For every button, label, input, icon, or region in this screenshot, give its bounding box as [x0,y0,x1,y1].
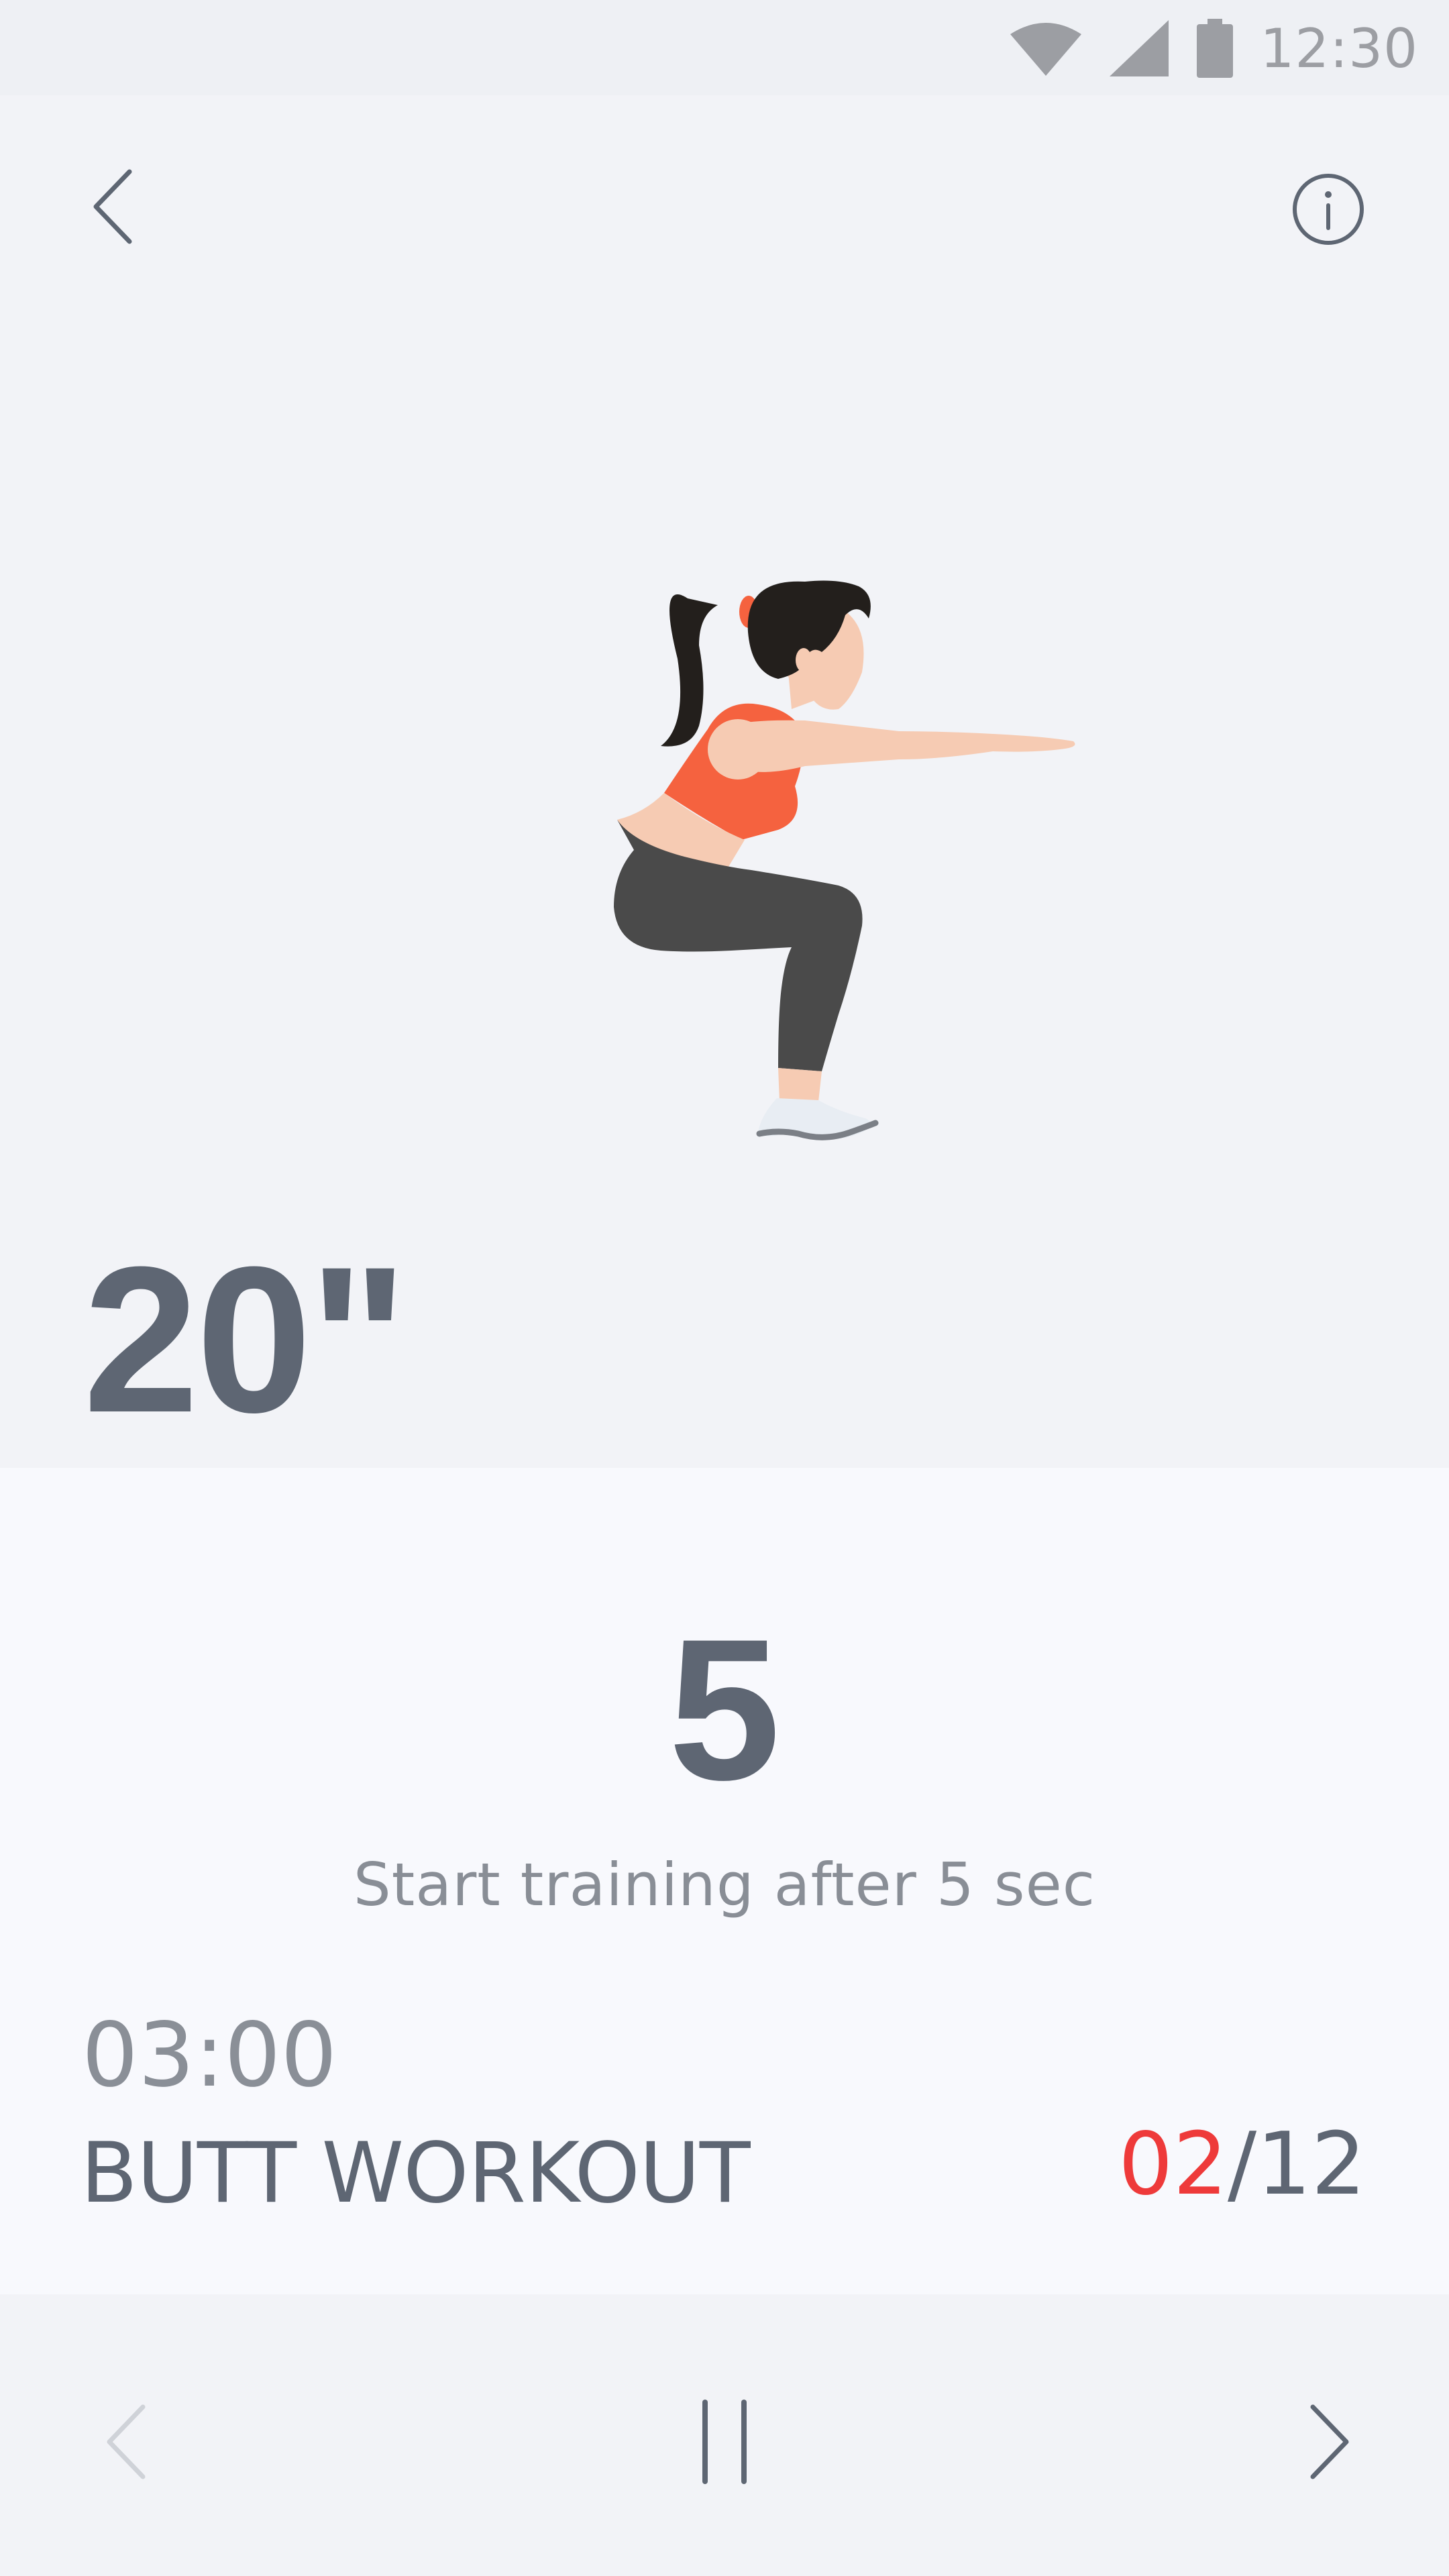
wifi-icon [1010,23,1082,76]
pause-icon [702,2400,747,2484]
status-bar: 12:30 [0,0,1449,95]
chevron-left-icon [107,2404,146,2479]
chevron-left-icon [93,169,132,244]
battery-icon [1197,19,1234,78]
total-time: 03:00 [82,2004,337,2107]
info-icon [1293,174,1364,245]
countdown-number: 5 [668,1597,781,1822]
progress-total: /12 [1228,2114,1366,2214]
next-button[interactable] [1281,2388,1375,2496]
cellular-signal-icon [1110,20,1169,76]
exercise-hero: 20" [0,95,1449,1468]
status-icons: 12:30 [1009,15,1418,82]
progress-current: 02 [1118,2114,1228,2214]
previous-button[interactable] [80,2388,174,2496]
playback-controls [0,2294,1449,2576]
pause-button[interactable] [678,2388,771,2496]
chevron-right-icon [1310,2404,1349,2479]
exercise-progress: 02/12 [1118,2122,1366,2208]
info-button[interactable] [1288,169,1368,250]
countdown-panel: 5 Start training after 5 sec 03:00 BUTT … [0,1468,1449,2294]
woman-squat-illustration [614,580,1075,1140]
exercise-duration: 20" [83,1223,408,1456]
workout-name: BUTT WORKOUT [80,2125,751,2222]
back-button[interactable] [74,160,154,254]
status-time: 12:30 [1260,17,1418,80]
countdown-text: Start training after 5 sec [353,1850,1096,1919]
